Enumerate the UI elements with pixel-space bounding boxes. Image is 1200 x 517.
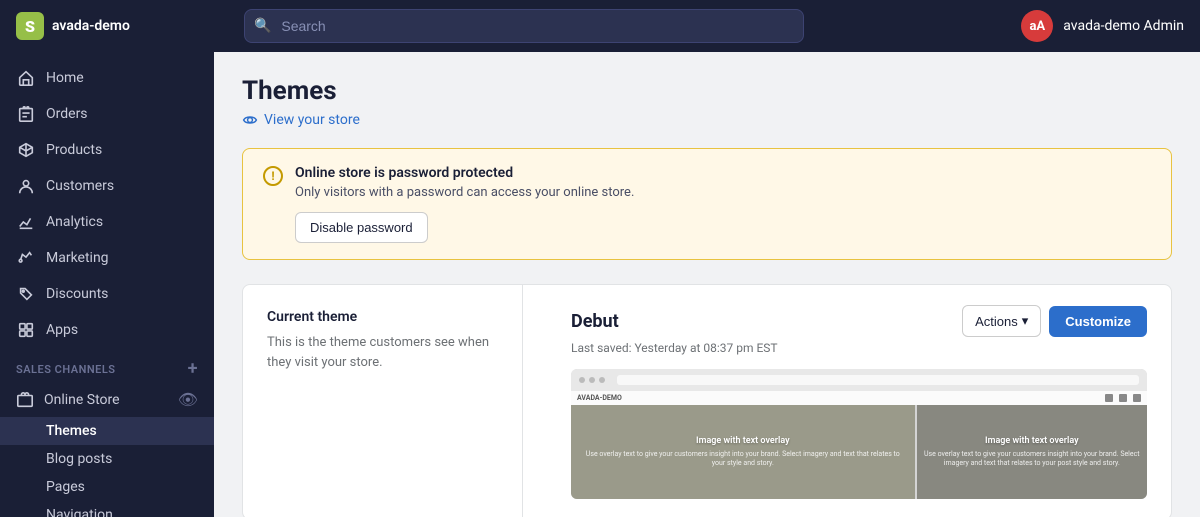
theme-header: Debut Actions ▾ Customize <box>571 305 1147 337</box>
apps-icon <box>16 320 36 340</box>
brand-logo[interactable]: S avada-demo <box>16 12 130 40</box>
sidebar-label-apps: Apps <box>46 322 78 338</box>
online-store-icon <box>16 391 34 409</box>
search-input[interactable] <box>244 9 804 43</box>
products-icon <box>16 140 36 160</box>
browser-dot-3 <box>599 377 605 383</box>
page-title: Themes <box>242 76 1172 106</box>
preview-text-1: Image with text overlay <box>579 436 907 448</box>
theme-name: Debut <box>571 311 619 332</box>
preview-search-icon <box>1105 394 1113 402</box>
sidebar-label-marketing: Marketing <box>46 250 109 266</box>
eye-icon[interactable]: 👁 <box>178 390 198 409</box>
add-sales-channel-button[interactable]: + <box>188 360 198 378</box>
topbar-right: aA avada-demo Admin <box>1021 10 1184 42</box>
browser-dot-1 <box>579 377 585 383</box>
preview-subtext-2: Use overlay text to give your customers … <box>923 450 1141 468</box>
alert-icon: ! <box>263 166 283 186</box>
chevron-down-icon: ▾ <box>1022 313 1029 329</box>
current-theme-label: Current theme <box>267 309 498 325</box>
theme-preview: AVADA-DEMO Image with text overlay Use o… <box>571 369 1147 499</box>
sidebar-item-orders[interactable]: Orders <box>0 96 214 132</box>
sidebar-sub-item-navigation[interactable]: Navigation <box>0 501 214 517</box>
preview-cart-icon <box>1119 394 1127 402</box>
sidebar-item-marketing[interactable]: Marketing <box>0 240 214 276</box>
sidebar: Home Orders Products <box>0 52 214 517</box>
current-theme-detail: Debut Actions ▾ Customize Last saved: Ye… <box>547 285 1171 517</box>
sidebar-label-customers: Customers <box>46 178 114 194</box>
preview-browser-bar <box>571 369 1147 391</box>
sidebar-item-online-store[interactable]: Online Store 👁 <box>0 382 214 417</box>
home-icon <box>16 68 36 88</box>
sidebar-label-orders: Orders <box>46 106 88 122</box>
sidebar-sub-item-blog-posts[interactable]: Blog posts <box>0 445 214 473</box>
customers-icon <box>16 176 36 196</box>
customize-button[interactable]: Customize <box>1049 306 1147 337</box>
actions-button[interactable]: Actions ▾ <box>962 305 1041 337</box>
browser-dot-2 <box>589 377 595 383</box>
main-content: Themes View your store ! Online store is… <box>214 52 1200 517</box>
preview-nav-bar: AVADA-DEMO <box>571 391 1147 405</box>
online-store-label: Online Store <box>44 392 120 408</box>
sidebar-sub-item-pages[interactable]: Pages <box>0 473 214 501</box>
sidebar-item-products[interactable]: Products <box>0 132 214 168</box>
avatar[interactable]: aA <box>1021 10 1053 42</box>
current-theme-description: Current theme This is the theme customer… <box>243 285 523 517</box>
store-name: avada-demo <box>52 18 130 34</box>
sidebar-label-products: Products <box>46 142 102 158</box>
topbar: S avada-demo 🔍 aA avada-demo Admin <box>0 0 1200 52</box>
sales-channels-section: SALES CHANNELS + <box>0 348 214 382</box>
preview-image-1: Image with text overlay Use overlay text… <box>571 405 915 499</box>
theme-saved: Last saved: Yesterday at 08:37 pm EST <box>571 341 1147 355</box>
eye-link-icon <box>242 112 258 128</box>
sidebar-item-analytics[interactable]: Analytics <box>0 204 214 240</box>
sidebar-sub-item-themes[interactable]: Themes <box>0 417 214 445</box>
main-layout: Home Orders Products <box>0 52 1200 517</box>
theme-actions: Actions ▾ Customize <box>962 305 1147 337</box>
sidebar-item-discounts[interactable]: Discounts <box>0 276 214 312</box>
alert-description: Only visitors with a password can access… <box>295 185 1151 200</box>
orders-icon <box>16 104 36 124</box>
preview-text-2: Image with text overlay <box>923 436 1141 448</box>
search-bar: 🔍 <box>244 9 804 43</box>
sidebar-label-home: Home <box>46 70 84 86</box>
sidebar-label-analytics: Analytics <box>46 214 103 230</box>
search-icon: 🔍 <box>254 18 271 34</box>
browser-url-bar <box>617 375 1139 385</box>
disable-password-button[interactable]: Disable password <box>295 212 428 243</box>
shopify-icon: S <box>16 12 44 40</box>
analytics-icon <box>16 212 36 232</box>
preview-menu-icon <box>1133 394 1141 402</box>
view-store-link[interactable]: View your store <box>242 112 1172 128</box>
discounts-icon <box>16 284 36 304</box>
password-alert: ! Online store is password protected Onl… <box>242 148 1172 260</box>
sidebar-item-home[interactable]: Home <box>0 60 214 96</box>
admin-name: avada-demo Admin <box>1063 18 1184 34</box>
sidebar-item-apps[interactable]: Apps <box>0 312 214 348</box>
alert-title: Online store is password protected <box>295 165 1151 181</box>
marketing-icon <box>16 248 36 268</box>
current-theme-section: Current theme This is the theme customer… <box>242 284 1172 517</box>
sidebar-label-discounts: Discounts <box>46 286 108 302</box>
current-theme-desc: This is the theme customers see when the… <box>267 333 498 372</box>
preview-content-area: Image with text overlay Use overlay text… <box>571 405 1147 499</box>
preview-logo: AVADA-DEMO <box>577 394 622 402</box>
preview-subtext-1: Use overlay text to give your customers … <box>579 450 907 468</box>
sidebar-item-customers[interactable]: Customers <box>0 168 214 204</box>
alert-content: Online store is password protected Only … <box>295 165 1151 243</box>
preview-image-2: Image with text overlay Use overlay text… <box>917 405 1147 499</box>
